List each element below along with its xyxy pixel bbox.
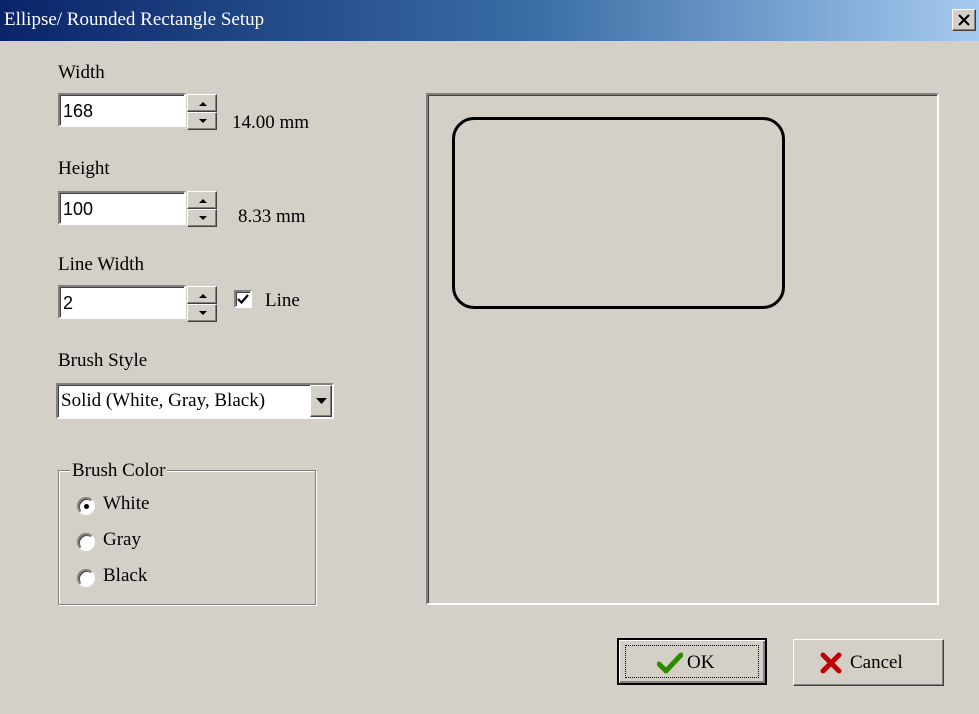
line-checkbox[interactable] [234,290,252,308]
line-width-label: Line Width [58,254,144,275]
radio-black-label[interactable]: Black [103,565,147,587]
brush-color-group: Brush Color White Gray Black [58,460,316,605]
checkmark-icon [237,294,249,305]
width-field[interactable] [58,93,186,127]
brush-style-select[interactable]: Solid (White, Gray, Black) [56,383,334,419]
ok-button-label: OK [687,652,715,673]
line-width-spin-up-button[interactable] [187,286,217,304]
line-width-field[interactable] [58,285,186,319]
height-label: Height [58,158,110,179]
rounded-rectangle-preview [452,117,785,309]
width-input[interactable] [60,95,184,125]
brush-style-label: Brush Style [58,350,148,371]
x-icon [820,652,842,674]
width-spin-up-button[interactable] [187,94,217,112]
height-input[interactable] [60,193,184,223]
width-spin-down-button[interactable] [187,112,217,130]
brush-style-value: Solid (White, Gray, Black) [61,390,266,411]
arrow-down-icon [199,119,207,123]
radio-gray[interactable] [77,533,95,551]
width-spinner[interactable] [187,94,217,130]
radio-gray-label[interactable]: Gray [103,529,141,551]
radio-white-label[interactable]: White [103,493,149,515]
height-spin-down-button[interactable] [187,209,217,227]
arrow-down-icon [199,216,207,220]
width-mm-text: 14.00 mm [232,112,310,133]
height-mm-text: 8.33 mm [238,206,306,227]
radio-white[interactable] [77,497,95,515]
height-spinner[interactable] [187,191,217,227]
brush-color-group-label: Brush Color [70,460,168,482]
line-width-spin-down-button[interactable] [187,304,217,322]
chevron-down-icon [316,398,327,404]
checkmark-icon [657,652,683,674]
radio-selected-dot [84,504,89,509]
window-title: Ellipse/ Rounded Rectangle Setup [4,9,265,30]
height-spin-up-button[interactable] [187,191,217,209]
title-bar: Ellipse/ Rounded Rectangle Setup [0,0,979,41]
line-width-input[interactable] [60,287,184,317]
height-field[interactable] [58,191,186,225]
brush-style-dropdown-button[interactable] [310,385,332,417]
line-width-spinner[interactable] [187,286,217,322]
ok-button[interactable]: OK [617,638,767,685]
arrow-down-icon [199,311,207,315]
arrow-up-icon [199,294,207,298]
shape-preview-panel [426,93,939,605]
cancel-button-label: Cancel [850,652,903,673]
close-button[interactable] [952,9,976,31]
radio-black[interactable] [77,569,95,587]
line-checkbox-label[interactable]: Line [265,290,300,312]
arrow-up-icon [199,102,207,106]
width-label: Width [58,62,105,83]
arrow-up-icon [199,199,207,203]
cancel-button[interactable]: Cancel [793,639,944,686]
close-icon [958,14,970,26]
